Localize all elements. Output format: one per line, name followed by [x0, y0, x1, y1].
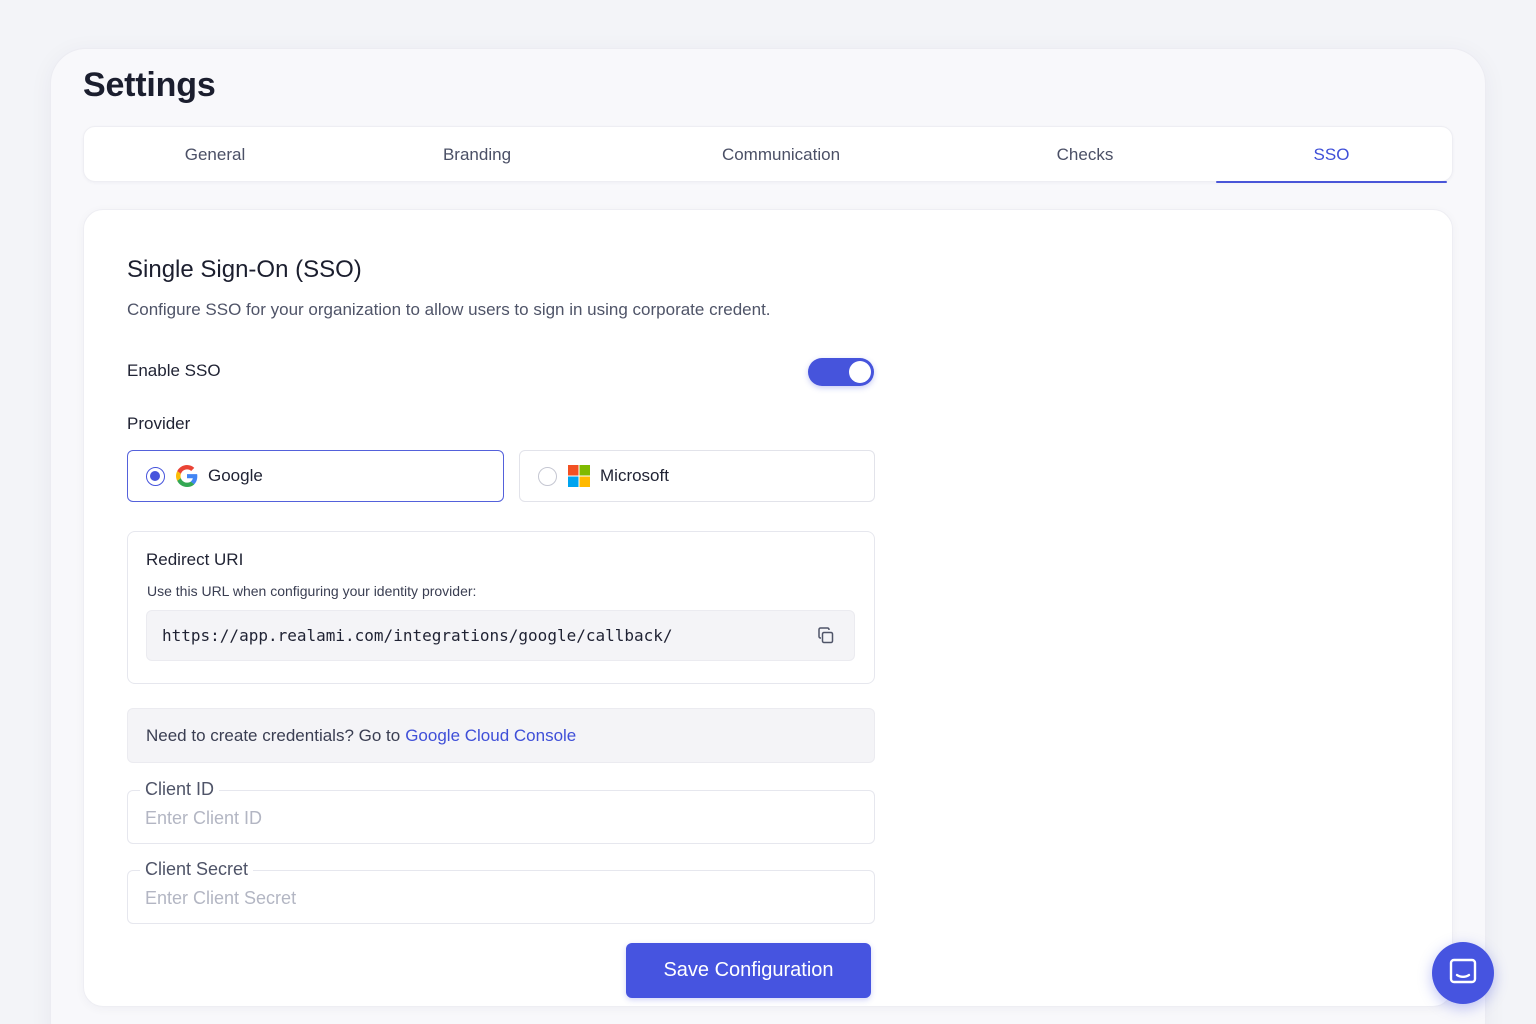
chat-launcher-button[interactable]	[1432, 942, 1494, 1004]
credentials-hint: Need to create credentials? Go to Google…	[127, 708, 875, 763]
toggle-knob	[849, 361, 871, 383]
copy-icon[interactable]	[816, 626, 836, 646]
google-logo-icon	[176, 465, 198, 487]
tab-general[interactable]: General	[84, 127, 346, 183]
redirect-uri-field[interactable]: https://app.realami.com/integrations/goo…	[146, 610, 855, 661]
enable-sso-label: Enable SSO	[127, 361, 221, 380]
google-cloud-console-link[interactable]: Google Cloud Console	[405, 726, 576, 746]
client-secret-input[interactable]	[145, 885, 845, 911]
tab-sso[interactable]: SSO	[1216, 127, 1447, 183]
credentials-hint-text: Need to create credentials? Go to	[146, 725, 401, 745]
tab-label: Branding	[442, 145, 512, 164]
client-secret-field: Client Secret	[127, 859, 875, 924]
radio-microsoft[interactable]	[538, 466, 557, 486]
provider-label: Provider	[127, 414, 191, 433]
page-title: Settings	[83, 66, 216, 104]
client-id-input[interactable]	[145, 805, 845, 831]
client-secret-label: Client Secret	[140, 859, 254, 880]
redirect-uri-help: Use this URL when configuring your ident…	[147, 583, 477, 599]
provider-option-microsoft[interactable]: Microsoft	[519, 450, 875, 502]
redirect-uri-title: Redirect URI	[146, 550, 244, 569]
client-id-field: Client ID	[127, 779, 875, 844]
chat-bubble-icon	[1448, 956, 1478, 991]
tab-label: Communication	[721, 145, 841, 164]
tab-label: General	[184, 145, 246, 164]
tab-communication[interactable]: Communication	[608, 127, 954, 183]
provider-name: Microsoft	[600, 466, 669, 485]
section-description: Configure SSO for your organization to a…	[127, 300, 771, 319]
tab-label: Checks	[1056, 145, 1114, 164]
client-id-label: Client ID	[140, 779, 220, 800]
radio-google[interactable]	[146, 466, 165, 486]
settings-tabs: General Branding Communication Checks SS…	[83, 126, 1453, 183]
provider-option-google[interactable]: Google	[127, 450, 504, 502]
tab-branding[interactable]: Branding	[346, 127, 608, 183]
section-title: Single Sign-On (SSO)	[127, 256, 362, 283]
enable-sso-toggle[interactable]	[808, 358, 874, 386]
microsoft-logo-icon	[568, 465, 590, 487]
tab-checks[interactable]: Checks	[954, 127, 1216, 183]
tab-label: SSO	[1313, 145, 1350, 164]
save-configuration-button[interactable]: Save Configuration	[626, 943, 871, 998]
provider-name: Google	[208, 466, 263, 485]
redirect-uri-value: https://app.realami.com/integrations/goo…	[162, 626, 673, 645]
